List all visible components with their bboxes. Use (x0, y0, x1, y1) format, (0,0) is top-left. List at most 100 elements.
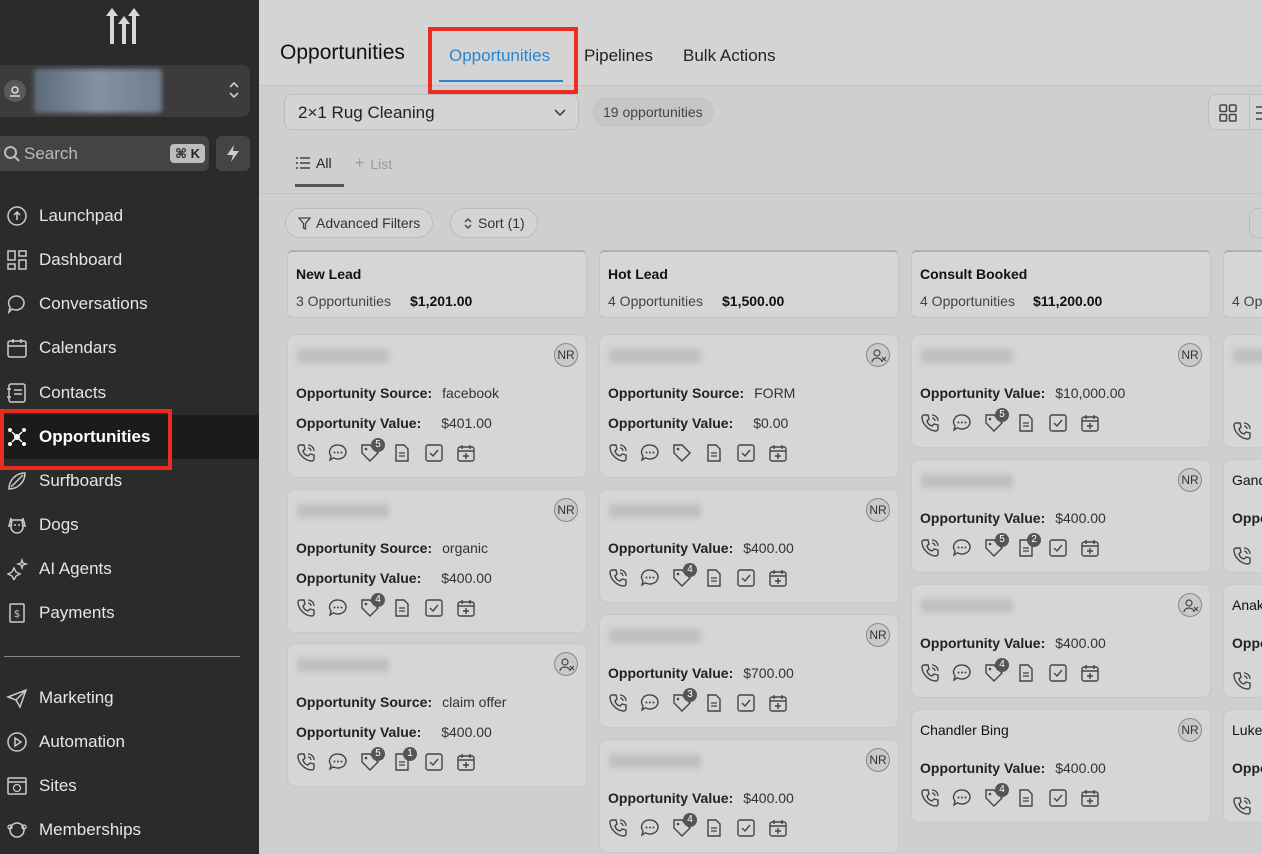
message-icon[interactable] (328, 598, 348, 618)
message-icon[interactable] (328, 752, 348, 772)
phone-icon[interactable] (608, 693, 628, 713)
sidebar-item-sites[interactable]: Sites (0, 764, 259, 808)
task-icon[interactable] (424, 752, 444, 772)
notes-icon[interactable] (704, 818, 724, 838)
board-options-button[interactable] (1249, 208, 1262, 238)
phone-icon[interactable] (920, 788, 940, 808)
notes-icon[interactable] (704, 693, 724, 713)
phone-icon[interactable] (296, 443, 316, 463)
list-view-icon[interactable] (1255, 105, 1262, 121)
opportunity-card[interactable]: NR Opportunity Value: $700.00 3 (599, 614, 899, 728)
task-icon[interactable] (424, 598, 444, 618)
sidebar-item-conversations[interactable]: Conversations (0, 282, 259, 326)
phone-icon[interactable] (296, 752, 316, 772)
appointment-icon[interactable] (768, 443, 788, 463)
opportunity-card[interactable]: Opportunity Source: FORM Opportunity Value… (599, 334, 899, 478)
notes-icon[interactable] (1016, 663, 1036, 683)
task-icon[interactable] (1048, 663, 1068, 683)
contact-name[interactable]: Anak (1232, 597, 1262, 613)
sidebar-item-marketing[interactable]: Marketing (0, 676, 259, 720)
sidebar-item-dashboard[interactable]: Dashboard (0, 238, 259, 282)
message-icon[interactable] (640, 443, 660, 463)
unassigned-user-icon[interactable] (1178, 593, 1202, 617)
task-icon[interactable] (736, 818, 756, 838)
phone-icon[interactable] (608, 568, 628, 588)
appointment-icon[interactable] (1080, 413, 1100, 433)
opportunity-card[interactable]: NR Opportunity Value: $400.00 5 2 (911, 459, 1211, 573)
unassigned-user-icon[interactable] (554, 652, 578, 676)
pipeline-select[interactable]: 2×1 Rug Cleaning (284, 94, 579, 130)
message-icon[interactable] (640, 818, 660, 838)
assignee-avatar[interactable]: NR (1178, 718, 1202, 742)
opportunity-card[interactable]: Chandler Bing NR Opportunity Value: $400.00… (911, 709, 1211, 823)
appointment-icon[interactable] (1080, 538, 1100, 558)
assignee-avatar[interactable]: NR (554, 343, 578, 367)
tag-icon[interactable]: 4 (672, 563, 697, 588)
appointment-icon[interactable] (768, 818, 788, 838)
message-icon[interactable] (952, 413, 972, 433)
grid-view-icon[interactable] (1219, 104, 1237, 122)
phone-icon[interactable] (1232, 546, 1252, 566)
sidebar-item-calendars[interactable]: Calendars (0, 326, 259, 370)
sidebar-search[interactable]: Search ⌘ K (0, 136, 209, 171)
tag-icon[interactable]: 5 (984, 408, 1009, 433)
appointment-icon[interactable] (456, 752, 476, 772)
sidebar-item-dogs[interactable]: Dogs (0, 503, 259, 547)
advanced-filters-button[interactable]: Advanced Filters (285, 208, 434, 238)
opportunity-card[interactable]: Luke Oppo (1223, 709, 1262, 823)
opportunity-card[interactable]: Gand Oppo (1223, 459, 1262, 573)
phone-icon[interactable] (920, 538, 940, 558)
sidebar-item-payments[interactable]: $ Payments (0, 591, 259, 635)
tag-icon[interactable]: 4 (984, 783, 1009, 808)
message-icon[interactable] (640, 693, 660, 713)
opportunity-card[interactable]: Opportunity Source: claim offer Opportunit… (287, 643, 587, 787)
sidebar-item-memberships[interactable]: Memberships (0, 808, 259, 852)
tag-icon[interactable]: 4 (672, 813, 697, 838)
task-icon[interactable] (736, 568, 756, 588)
task-icon[interactable] (736, 443, 756, 463)
task-icon[interactable] (1048, 538, 1068, 558)
phone-icon[interactable] (1232, 671, 1252, 691)
task-icon[interactable] (736, 693, 756, 713)
opportunity-card[interactable]: NR Opportunity Source: organic Opportunity … (287, 489, 587, 633)
appointment-icon[interactable] (1080, 663, 1100, 683)
phone-icon[interactable] (920, 663, 940, 683)
tag-icon[interactable]: 4 (984, 658, 1009, 683)
notes-icon[interactable] (1016, 788, 1036, 808)
phone-icon[interactable] (296, 598, 316, 618)
opportunity-card[interactable]: Opportunity Value: $400.00 4 (911, 584, 1211, 698)
sidebar-item-ai-agents[interactable]: AI Agents (0, 547, 259, 591)
phone-icon[interactable] (608, 818, 628, 838)
opportunity-card[interactable] (1223, 334, 1262, 448)
notes-icon[interactable]: 1 (392, 747, 417, 772)
opportunity-card[interactable]: Anak Oppo (1223, 584, 1262, 698)
opportunity-card[interactable]: NR Opportunity Source: facebook Opportunity… (287, 334, 587, 478)
task-icon[interactable] (1048, 788, 1068, 808)
subtab-all[interactable]: All (296, 155, 332, 171)
view-toggle[interactable] (1208, 94, 1262, 130)
phone-icon[interactable] (1232, 421, 1252, 441)
assignee-avatar[interactable]: NR (866, 748, 890, 772)
assignee-avatar[interactable]: NR (866, 623, 890, 647)
phone-icon[interactable] (1232, 796, 1252, 816)
notes-icon[interactable] (392, 598, 412, 618)
add-list-button[interactable]: + List (355, 155, 392, 173)
tag-icon[interactable]: 5 (360, 438, 385, 463)
phone-icon[interactable] (920, 413, 940, 433)
task-icon[interactable] (1048, 413, 1068, 433)
contact-name[interactable]: Luke (1232, 722, 1262, 738)
appointment-icon[interactable] (456, 598, 476, 618)
opportunity-card[interactable]: NR Opportunity Value: $400.00 4 (599, 739, 899, 853)
tag-icon[interactable] (672, 443, 692, 463)
unassigned-user-icon[interactable] (866, 343, 890, 367)
phone-icon[interactable] (608, 443, 628, 463)
message-icon[interactable] (328, 443, 348, 463)
opportunity-card[interactable]: NR Opportunity Value: $400.00 4 (599, 489, 899, 603)
notes-icon[interactable] (392, 443, 412, 463)
tab-pipelines[interactable]: Pipelines (584, 46, 653, 66)
contact-name[interactable]: Gand (1232, 472, 1262, 488)
tab-bulk-actions[interactable]: Bulk Actions (683, 46, 776, 66)
notes-icon[interactable] (1016, 413, 1036, 433)
appointment-icon[interactable] (456, 443, 476, 463)
message-icon[interactable] (952, 538, 972, 558)
